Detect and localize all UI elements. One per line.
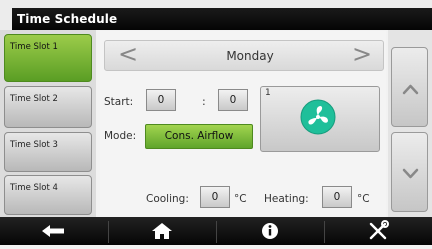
page-title: Time Schedule xyxy=(17,12,118,26)
back-arrow-icon xyxy=(42,225,64,237)
tools-icon xyxy=(369,220,389,240)
previous-day-button[interactable]: < xyxy=(118,42,138,66)
next-day-button[interactable]: > xyxy=(352,42,372,66)
time-slot-1-button[interactable]: Time Slot 1 xyxy=(4,34,92,82)
time-slot-3-button[interactable]: Time Slot 3 xyxy=(4,132,92,172)
home-button[interactable] xyxy=(117,217,207,245)
info-icon xyxy=(262,223,278,239)
heating-unit: °C xyxy=(357,193,370,205)
home-icon xyxy=(152,223,172,239)
tools-button[interactable] xyxy=(333,217,423,245)
start-label: Start: xyxy=(104,96,134,108)
heating-label: Heating: xyxy=(264,193,309,205)
footer-divider xyxy=(216,221,217,243)
fan-id-label: 1 xyxy=(265,88,271,98)
time-separator: : xyxy=(202,95,206,108)
cooling-unit: °C xyxy=(234,193,247,205)
day-label: Monday xyxy=(226,49,274,63)
fan-icon xyxy=(300,99,336,135)
info-button[interactable] xyxy=(225,217,315,245)
cooling-label: Cooling: xyxy=(146,193,189,205)
chevron-up-icon xyxy=(402,84,419,95)
mode-select-button[interactable]: Cons. Airflow xyxy=(145,124,253,149)
time-slot-4-button[interactable]: Time Slot 4 xyxy=(4,175,92,215)
cooling-temp-field[interactable]: 0 xyxy=(200,186,230,208)
chevron-down-icon xyxy=(402,168,419,179)
start-minute-field[interactable]: 0 xyxy=(218,89,248,111)
mode-label: Mode: xyxy=(104,130,137,142)
footer-divider xyxy=(108,221,109,243)
back-button[interactable] xyxy=(9,217,99,245)
heating-temp-field[interactable]: 0 xyxy=(322,186,352,208)
scroll-down-button[interactable] xyxy=(391,132,428,212)
time-slot-2-button[interactable]: Time Slot 2 xyxy=(4,86,92,128)
time-schedule-screen: Time Schedule Time Slot 1 Time Slot 2 Ti… xyxy=(0,0,432,245)
footer-divider xyxy=(324,221,325,243)
start-hour-field[interactable]: 0 xyxy=(146,89,176,111)
scroll-up-button[interactable] xyxy=(391,47,428,127)
